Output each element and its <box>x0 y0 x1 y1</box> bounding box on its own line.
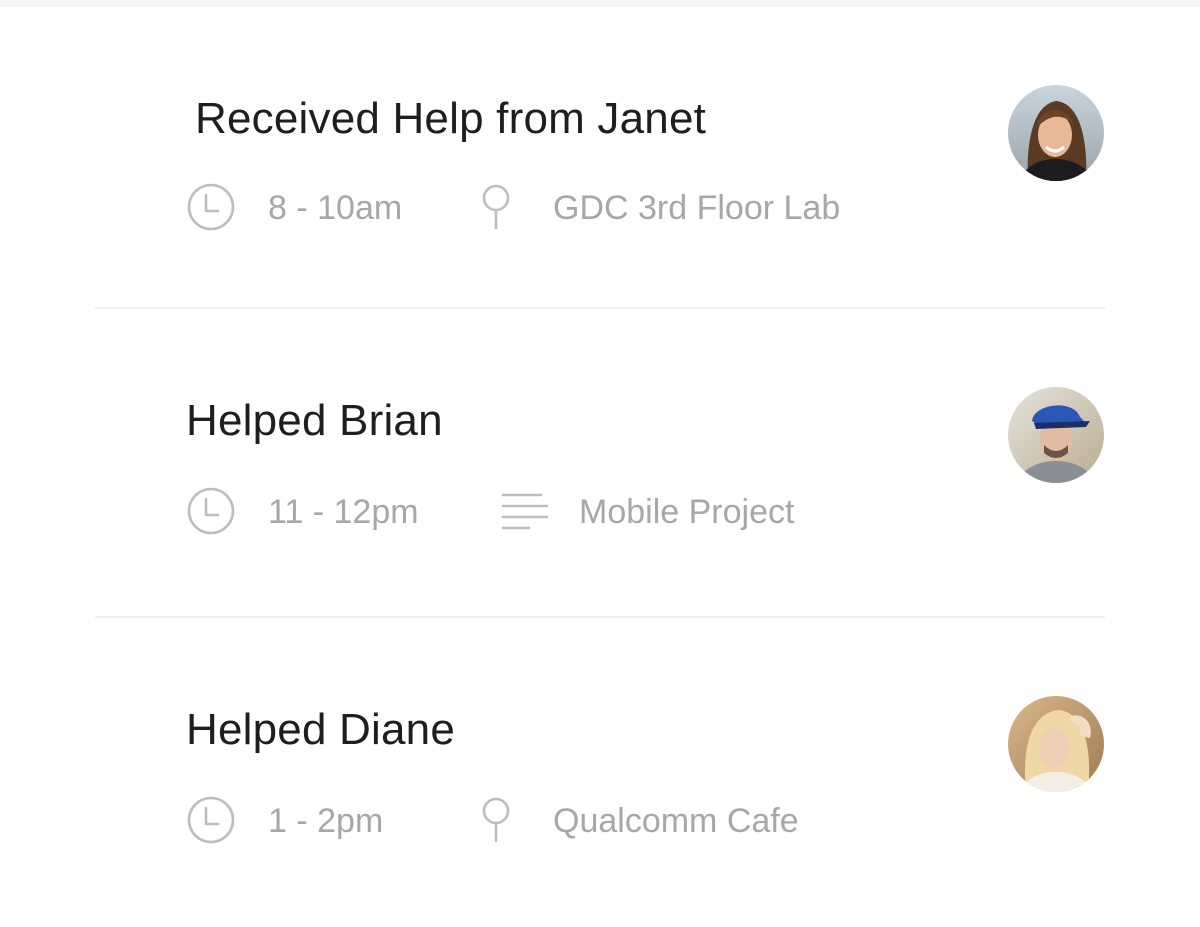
entry-location: Qualcomm Cafe <box>479 796 799 846</box>
entry-time-text: 1 - 2pm <box>268 802 384 840</box>
location-pin-icon <box>479 796 529 846</box>
avatar[interactable] <box>1008 85 1104 181</box>
feed-entry[interactable]: Helped Diane 1 - 2pm Qualcomm Cafe <box>0 618 1200 927</box>
entry-title: Helped Brian <box>186 396 443 445</box>
feed-entry[interactable]: Helped Brian 11 - 12pm Mobile Project <box>0 309 1200 618</box>
feed-entry[interactable]: Received Help from Janet 8 - 10am GDC 3r… <box>0 7 1200 309</box>
entry-time-text: 8 - 10am <box>268 189 403 227</box>
avatar[interactable] <box>1008 696 1104 792</box>
entry-time: 1 - 2pm <box>187 796 383 846</box>
entry-project-text: Mobile Project <box>579 493 795 531</box>
entry-title: Received Help from Janet <box>195 94 707 143</box>
activity-feed: Received Help from Janet 8 - 10am GDC 3r… <box>0 7 1200 927</box>
clock-icon <box>187 796 237 846</box>
clock-icon <box>187 487 237 537</box>
entry-time: 8 - 10am <box>187 183 402 233</box>
clock-icon <box>187 183 237 233</box>
entry-title: Helped Diane <box>186 705 456 754</box>
entry-time-text: 11 - 12pm <box>268 493 419 531</box>
entry-project: Mobile Project <box>501 487 794 537</box>
entry-location: GDC 3rd Floor Lab <box>479 183 840 233</box>
location-pin-icon <box>479 183 529 233</box>
entry-location-text: Qualcomm Cafe <box>553 802 799 840</box>
lines-icon <box>501 487 551 537</box>
entry-time: 11 - 12pm <box>187 487 419 537</box>
top-bar-strip <box>0 0 1200 7</box>
avatar[interactable] <box>1008 387 1104 483</box>
entry-location-text: GDC 3rd Floor Lab <box>553 189 841 227</box>
